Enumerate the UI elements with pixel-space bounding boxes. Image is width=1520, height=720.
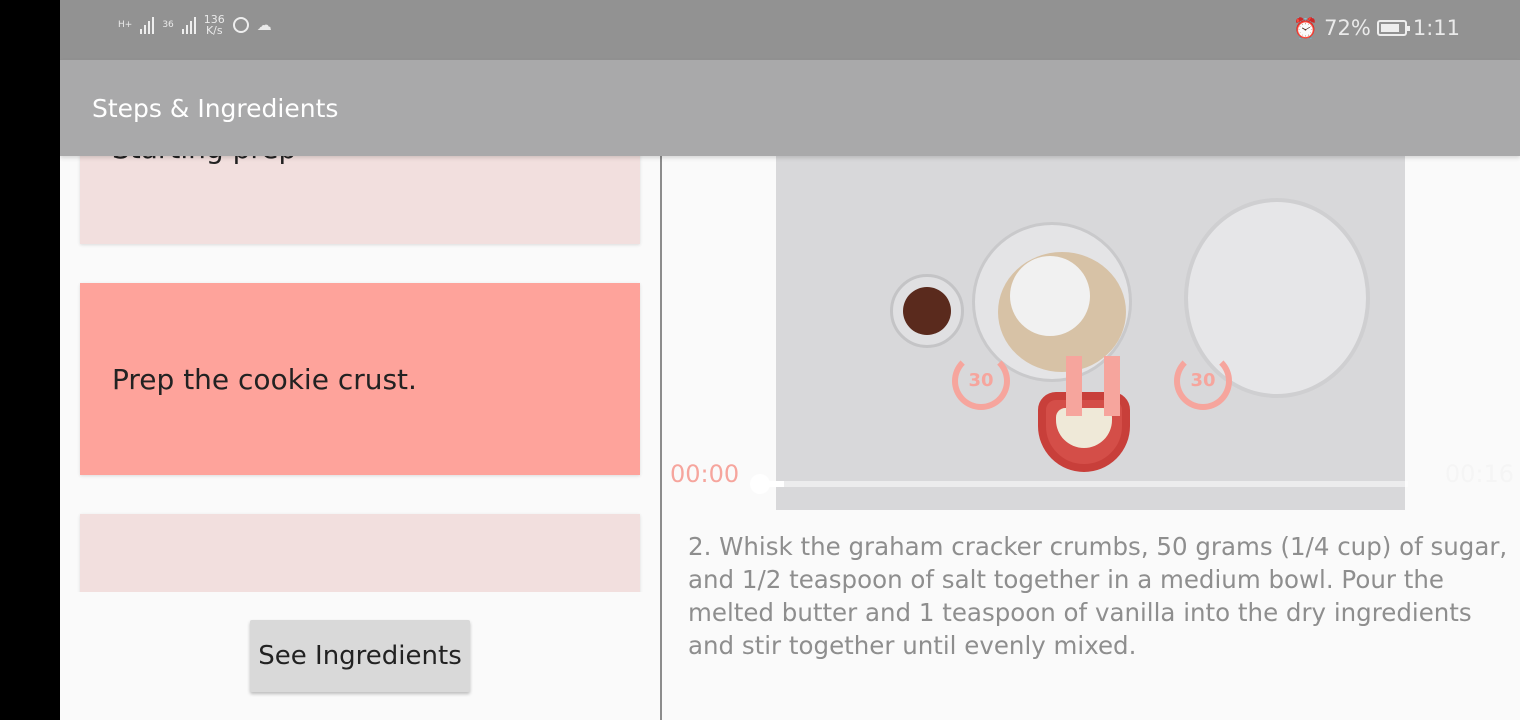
total-time: 00:16 bbox=[1444, 460, 1514, 488]
sync-icon bbox=[232, 17, 249, 33]
forward-30-button[interactable]: 30 bbox=[1174, 352, 1232, 410]
status-right: ⏰ 72% 1:11 bbox=[1293, 16, 1460, 40]
network-speed-unit: K/s bbox=[205, 24, 223, 37]
app-bar: Steps & Ingredients bbox=[60, 60, 1520, 156]
see-ingredients-button[interactable]: See Ingredients bbox=[250, 620, 470, 692]
status-bar: H+ 36 136 K/s ☁ ⏰ 72% 1:11 bbox=[60, 0, 1520, 60]
pause-button[interactable] bbox=[1066, 356, 1120, 416]
clock: 1:11 bbox=[1412, 16, 1460, 40]
seek-bar[interactable] bbox=[758, 481, 1408, 487]
steps-list[interactable]: Starting prep Prep the cookie crust. bbox=[60, 156, 660, 592]
page-title: Steps & Ingredients bbox=[92, 94, 339, 123]
weather-icon: ☁ bbox=[256, 16, 272, 34]
app-screen: H+ 36 136 K/s ☁ ⏰ 72% 1:11 Steps & Ingre… bbox=[60, 0, 1520, 720]
step-card[interactable] bbox=[80, 514, 640, 592]
video-frame-sugar bbox=[1010, 256, 1090, 336]
seek-thumb[interactable] bbox=[750, 474, 770, 494]
network-type-label: H+ bbox=[118, 19, 133, 30]
battery-icon bbox=[1376, 20, 1410, 36]
step-card-selected[interactable]: Prep the cookie crust. bbox=[80, 283, 640, 475]
forward-seconds: 30 bbox=[1190, 370, 1216, 391]
rewind-30-button[interactable]: 30 bbox=[952, 352, 1010, 410]
current-time: 00:00 bbox=[670, 460, 740, 488]
signal-icon bbox=[140, 16, 155, 34]
network-type-label-2: 36 bbox=[162, 19, 174, 30]
step-card[interactable]: Starting prep bbox=[80, 156, 640, 244]
battery-percentage: 72% bbox=[1324, 16, 1371, 40]
rewind-seconds: 30 bbox=[968, 370, 994, 391]
video-frame-vanilla bbox=[903, 287, 951, 335]
steps-pane: Starting prep Prep the cookie crust. See… bbox=[60, 156, 660, 720]
alarm-icon: ⏰ bbox=[1293, 16, 1319, 40]
step-label: Starting prep bbox=[112, 156, 296, 165]
network-speed: 136 K/s bbox=[204, 14, 225, 36]
video-player[interactable]: 30 30 bbox=[776, 156, 1405, 510]
status-left: H+ 36 136 K/s ☁ bbox=[118, 14, 272, 36]
step-label: Prep the cookie crust. bbox=[112, 363, 417, 396]
step-description: 2. Whisk the graham cracker crumbs, 50 g… bbox=[688, 532, 1508, 660]
signal-icon-2 bbox=[181, 16, 196, 34]
step-detail-pane: 30 30 00:00 00:16 2. Whisk the graham cr… bbox=[662, 156, 1520, 720]
